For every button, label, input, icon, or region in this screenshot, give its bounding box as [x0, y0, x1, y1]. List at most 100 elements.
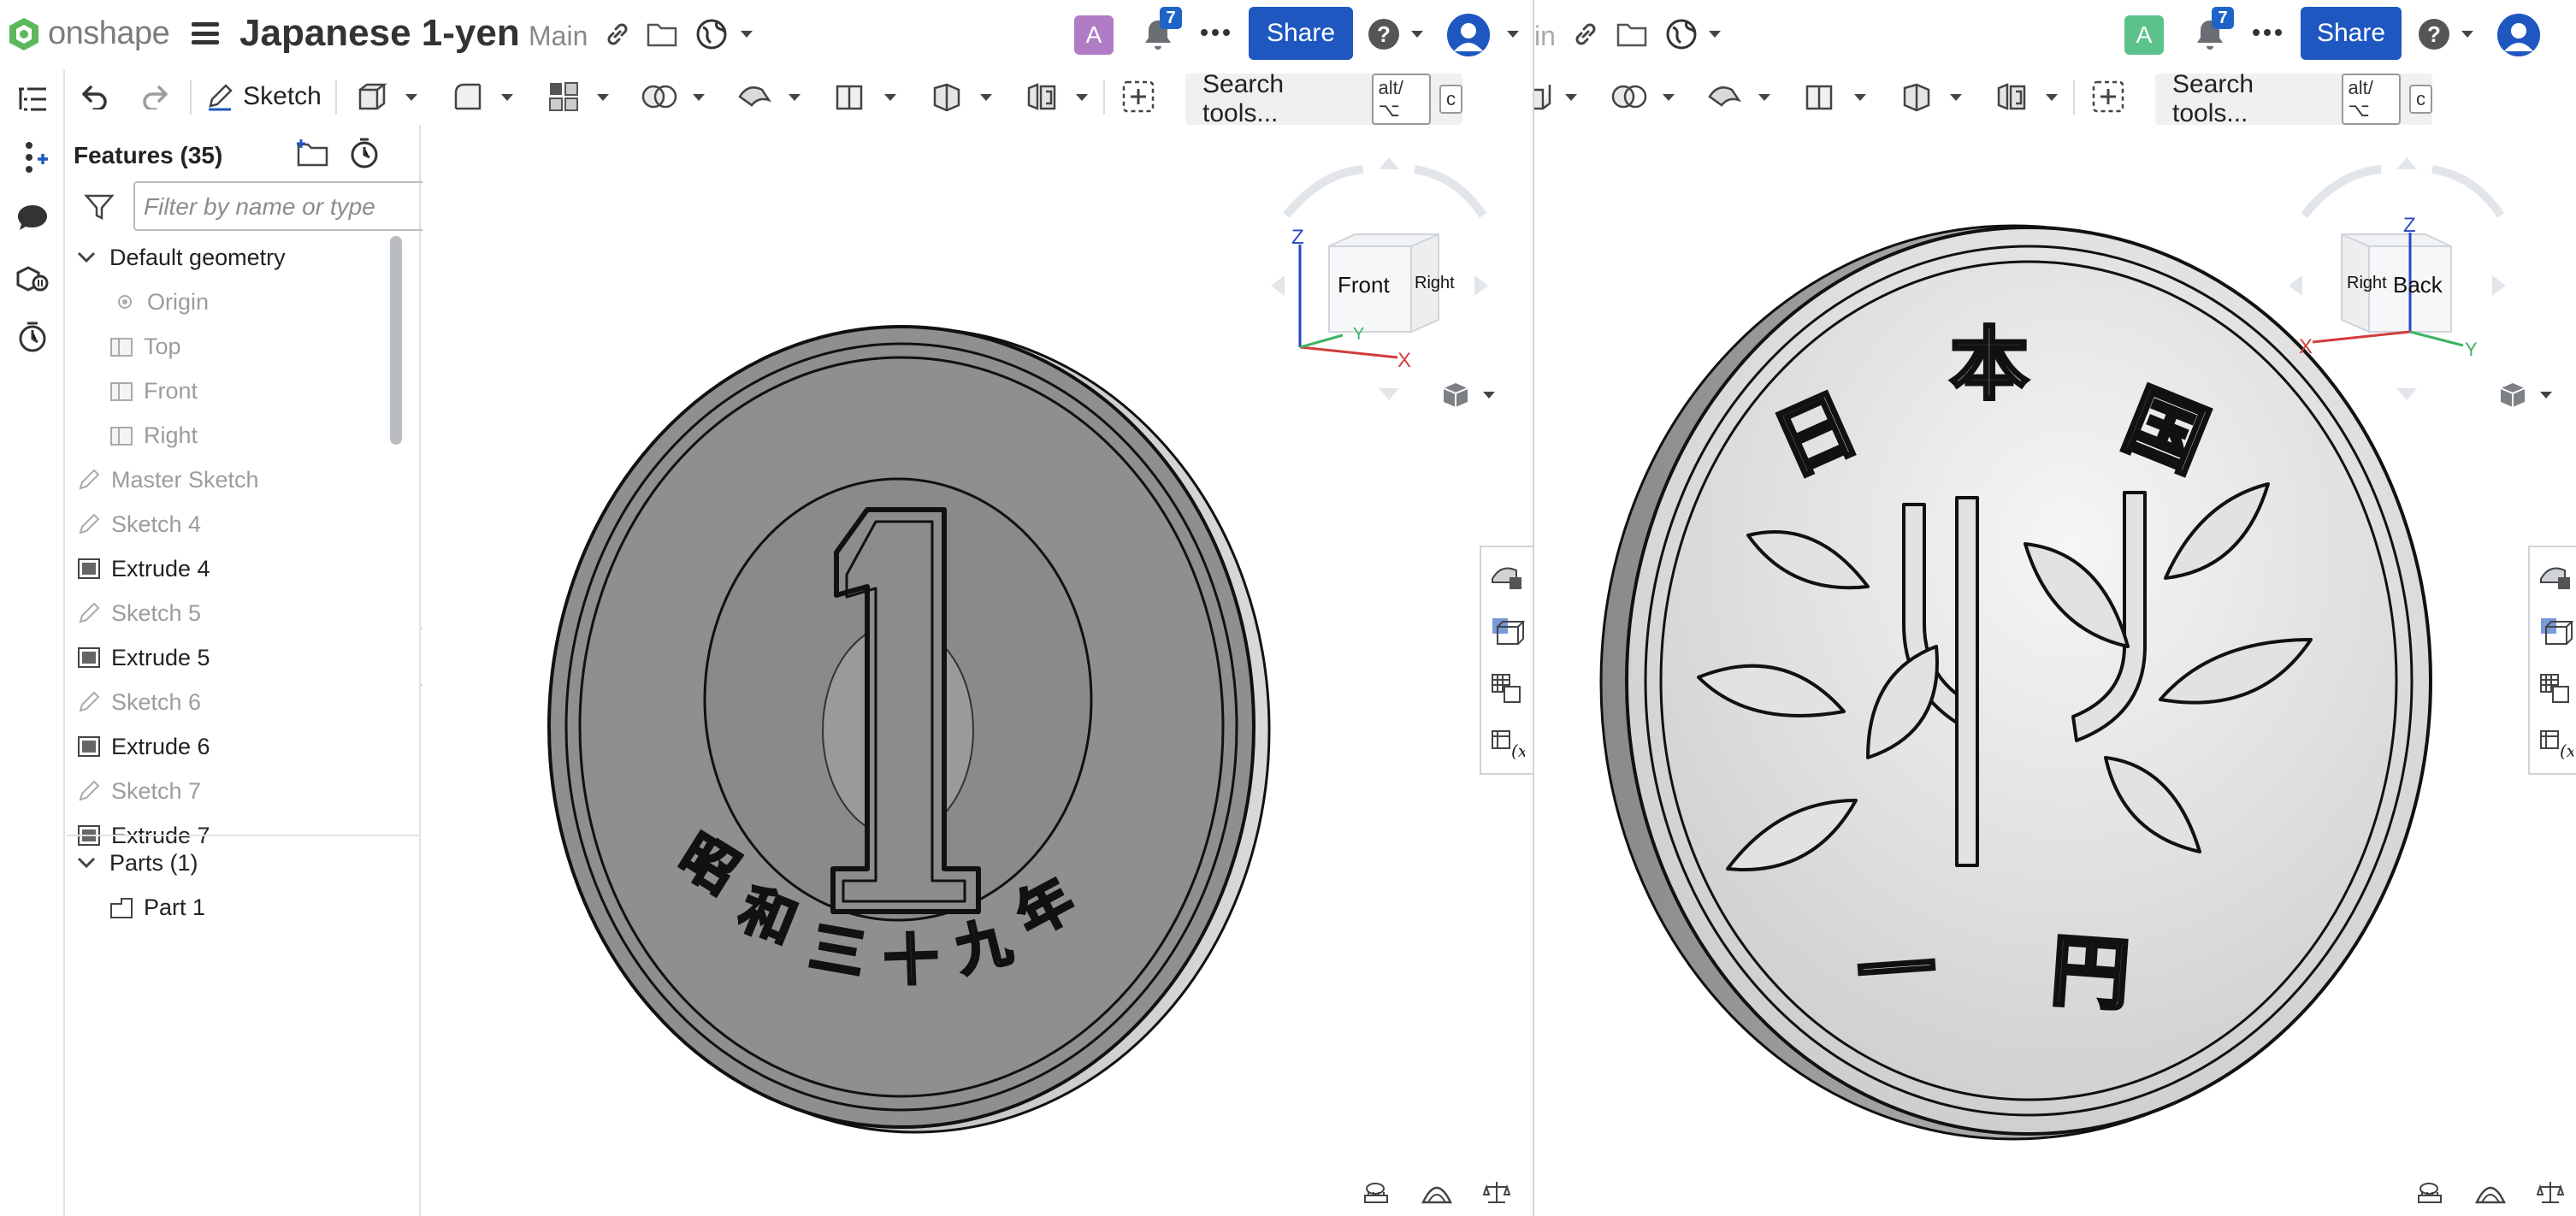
surface-icon[interactable] — [734, 75, 777, 118]
menu-icon[interactable] — [192, 22, 219, 44]
boolean-dropdown-icon[interactable] — [1663, 94, 1675, 101]
surface-icon[interactable] — [1704, 75, 1746, 118]
globe-dropdown-icon[interactable] — [1709, 31, 1721, 38]
variable-table-icon[interactable]: (x) — [2530, 717, 2576, 773]
render-mode-icon[interactable] — [2530, 547, 2576, 604]
section-view-icon[interactable] — [2530, 604, 2576, 660]
view-cube-face-main[interactable]: Back — [2393, 272, 2443, 298]
comments-icon[interactable] — [14, 198, 51, 236]
rollback-timer-icon[interactable] — [346, 133, 383, 171]
extrude-dropdown-icon[interactable] — [405, 94, 417, 101]
folder-icon[interactable] — [1613, 15, 1651, 53]
app-store-icon[interactable] — [14, 260, 51, 298]
sheetmetal-dropdown-icon[interactable] — [980, 94, 992, 101]
part-item-part-1[interactable]: Part 1 — [108, 886, 205, 929]
explode-view-icon[interactable] — [2530, 660, 2576, 717]
avatar-a[interactable]: A — [2124, 15, 2164, 55]
view-mode-dropdown-icon[interactable] — [1483, 392, 1495, 398]
more-icon[interactable] — [2253, 29, 2282, 36]
surface-dropdown-icon[interactable] — [789, 94, 801, 101]
feature-item-extrude-4[interactable]: Extrude 4 — [75, 547, 210, 590]
feature-group-default-geometry[interactable]: Default geometry — [74, 236, 286, 279]
rotate-right-icon[interactable] — [1474, 275, 1488, 296]
feature-item-sketch-5[interactable]: Sketch 5 — [75, 592, 201, 635]
search-tools-button[interactable]: Search tools... alt/⌥ c — [1185, 70, 1462, 127]
rotate-left-icon[interactable] — [2289, 275, 2302, 296]
rotate-up-icon[interactable] — [2396, 157, 2417, 169]
rotate-left-icon[interactable] — [1271, 275, 1285, 296]
help-icon[interactable]: ? — [2415, 15, 2453, 53]
globe-dropdown-icon[interactable] — [741, 31, 753, 38]
user-avatar[interactable] — [1447, 14, 1490, 56]
link-icon[interactable] — [599, 15, 636, 53]
help-dropdown-icon[interactable] — [1411, 31, 1423, 38]
measure-icon[interactable] — [1363, 1180, 1391, 1204]
plane-icon[interactable] — [830, 75, 872, 118]
left-viewport[interactable]: 昭 和 三 十 九 年 Front Right Z X Y ( — [422, 125, 1533, 1216]
document-title-partial[interactable]: in — [1534, 21, 1556, 52]
more-icon[interactable] — [1201, 29, 1230, 36]
globe-icon[interactable] — [1663, 15, 1700, 53]
add-custom-feature-icon[interactable] — [2087, 75, 2130, 118]
pattern-icon[interactable] — [542, 75, 585, 118]
mass-properties-icon[interactable] — [1421, 1180, 1452, 1204]
feature-item-top[interactable]: Top — [108, 325, 181, 368]
feature-item-sketch-6[interactable]: Sketch 6 — [75, 681, 201, 723]
boolean-icon[interactable] — [638, 75, 681, 118]
filter-input[interactable]: Filter by name or type — [133, 181, 469, 231]
feature-item-sketch-7[interactable]: Sketch 7 — [75, 770, 201, 812]
help-dropdown-icon[interactable] — [2461, 31, 2473, 38]
filter-icon[interactable] — [80, 188, 118, 226]
view-cube-face-side[interactable]: Right — [2347, 274, 2387, 293]
feature-item-extrude-6[interactable]: Extrude 6 — [75, 725, 210, 768]
parts-group[interactable]: Parts (1) — [74, 841, 198, 884]
surface-dropdown-icon[interactable] — [1758, 94, 1770, 101]
plane-dropdown-icon[interactable] — [884, 94, 896, 101]
extrude-dropdown-icon[interactable] — [1565, 94, 1577, 101]
measure-icon[interactable] — [2417, 1180, 2444, 1204]
boolean-icon[interactable] — [1608, 75, 1651, 118]
sheetmetal-dropdown-icon[interactable] — [1950, 94, 1962, 101]
fillet-dropdown-icon[interactable] — [501, 94, 513, 101]
extrude-icon[interactable] — [1534, 75, 1551, 118]
folder-icon[interactable] — [643, 15, 681, 53]
mass-properties-icon[interactable] — [2475, 1180, 2506, 1204]
rotate-up-icon[interactable] — [1379, 157, 1399, 169]
fillet-icon[interactable] — [446, 75, 489, 118]
mate-dropdown-icon[interactable] — [2046, 94, 2058, 101]
rotate-right-icon[interactable] — [2492, 275, 2506, 296]
feature-item-right[interactable]: Right — [108, 414, 198, 457]
balance-icon[interactable] — [2537, 1180, 2564, 1206]
add-custom-feature-icon[interactable] — [1117, 75, 1160, 118]
sketch-button[interactable]: Sketch — [204, 75, 323, 118]
search-tools-button[interactable]: Search tools... alt/⌥ c — [2155, 70, 2432, 127]
undo-icon[interactable] — [74, 75, 116, 118]
feature-list-icon[interactable] — [14, 80, 51, 118]
view-cube[interactable]: Right Back Z X Y — [2287, 156, 2509, 404]
feature-tree-scrollbar[interactable] — [390, 236, 402, 445]
history-icon[interactable] — [14, 318, 51, 356]
user-avatar[interactable] — [2497, 14, 2540, 56]
view-cube-face-main[interactable]: Front — [1338, 272, 1390, 298]
view-cube[interactable]: Front Right Z X Y — [1269, 156, 1492, 404]
pattern-dropdown-icon[interactable] — [597, 94, 609, 101]
onshape-logo[interactable]: onshape — [7, 15, 170, 52]
right-viewport[interactable]: 日 本 国 一 円 Right Back Z X Y ( — [1534, 125, 2576, 1216]
view-mode-icon[interactable] — [1437, 376, 1474, 414]
add-instance-icon[interactable] — [14, 139, 51, 176]
boolean-dropdown-icon[interactable] — [693, 94, 705, 101]
help-icon[interactable]: ? — [1365, 15, 1403, 53]
view-mode-dropdown-icon[interactable] — [2540, 392, 2552, 398]
rotate-down-icon[interactable] — [1379, 388, 1399, 400]
mate-dropdown-icon[interactable] — [1076, 94, 1088, 101]
balance-icon[interactable] — [1483, 1180, 1510, 1206]
plane-dropdown-icon[interactable] — [1854, 94, 1866, 101]
feature-item-master-sketch[interactable]: Master Sketch — [75, 458, 259, 501]
feature-item-extrude-5[interactable]: Extrude 5 — [75, 636, 210, 679]
mate-icon[interactable] — [1991, 75, 2034, 118]
render-mode-icon[interactable] — [1481, 547, 1533, 604]
view-mode-icon[interactable] — [2494, 376, 2532, 414]
link-icon[interactable] — [1567, 15, 1604, 53]
section-view-icon[interactable] — [1481, 604, 1533, 660]
feature-item-origin[interactable]: Origin — [111, 280, 209, 323]
